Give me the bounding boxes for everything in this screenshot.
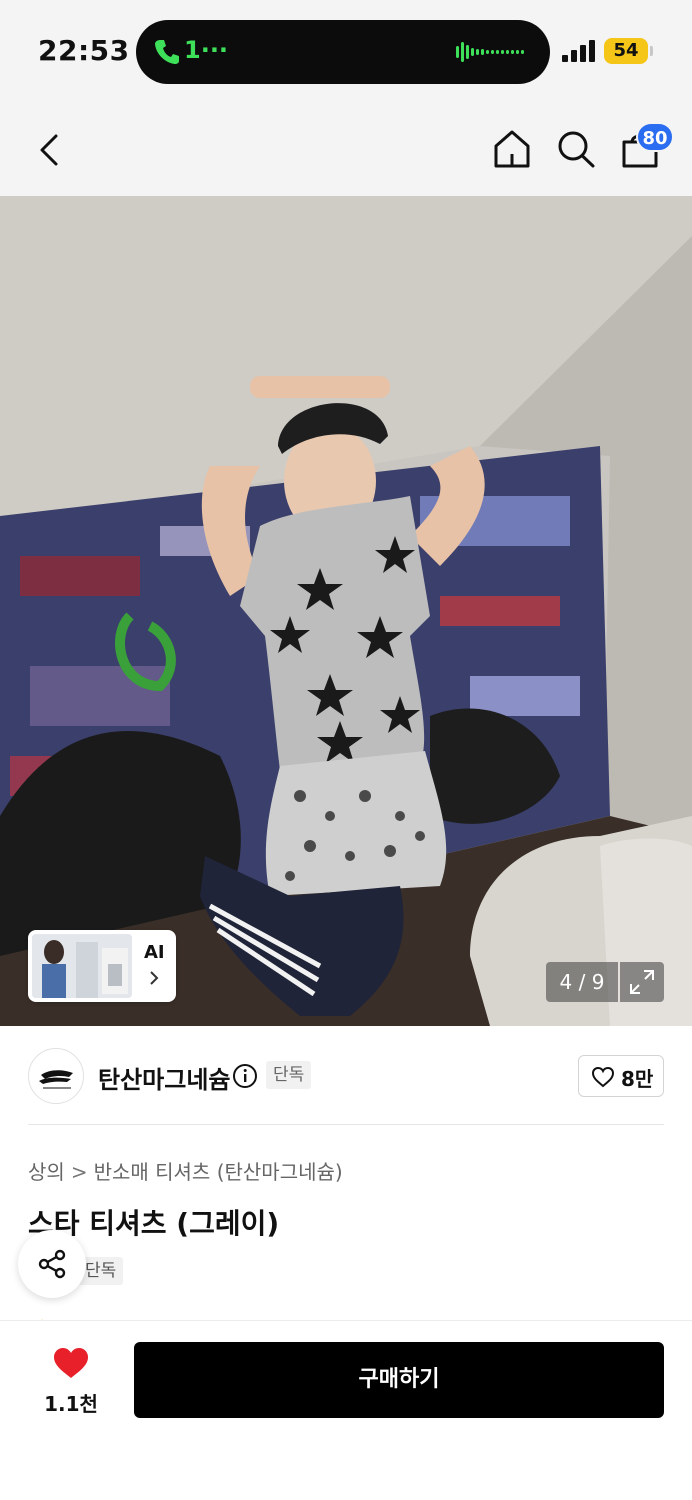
breadcrumb: 상의 > 반소매 티셔츠 (탄산마그네슘): [28, 1156, 343, 1185]
signal-icon: [562, 40, 595, 62]
phone-call-icon: [155, 40, 179, 64]
share-icon: [38, 1249, 66, 1279]
image-counter: 4 / 9: [546, 962, 618, 1002]
battery-indicator: 54: [604, 38, 648, 64]
brand-like-button[interactable]: 8만: [578, 1055, 664, 1097]
share-button[interactable]: [18, 1230, 86, 1298]
brand-name[interactable]: 탄산마그네슘: [98, 1060, 230, 1095]
heart-filled-icon: [54, 1348, 88, 1378]
battery-tip: [650, 46, 653, 56]
ai-thumbnail-image: [32, 934, 132, 998]
wishlist-button[interactable]: 1.1천: [38, 1342, 104, 1422]
expand-button[interactable]: [620, 962, 664, 1002]
brand-logo-mark: [39, 1070, 73, 1089]
brand-like-count: 8만: [621, 1067, 654, 1091]
ai-label: AI: [144, 942, 165, 963]
status-bar: 22:53 1··· 54: [0, 0, 692, 104]
breadcrumb-subcategory[interactable]: 반소매 티셔츠 (탄산마그네슘): [94, 1160, 343, 1184]
cart-badge[interactable]: 80: [636, 122, 674, 152]
call-duration: 1···: [184, 36, 229, 64]
top-nav: [0, 104, 692, 196]
brand-logo[interactable]: [28, 1048, 84, 1104]
home-icon[interactable]: [490, 126, 534, 172]
wishlist-count: 1.1천: [44, 1392, 98, 1416]
product-image[interactable]: [0, 196, 692, 1026]
buy-button[interactable]: 구매하기: [134, 1342, 664, 1418]
search-icon[interactable]: [554, 126, 598, 172]
heart-outline-icon: [591, 1066, 615, 1088]
status-time: 22:53: [38, 34, 130, 67]
breadcrumb-category[interactable]: 상의: [28, 1160, 65, 1184]
ai-similar-button[interactable]: AI: [28, 930, 176, 1002]
expand-icon: [630, 970, 654, 994]
chevron-left-icon[interactable]: [30, 128, 70, 172]
dynamic-island[interactable]: 1···: [136, 20, 550, 84]
section-divider: [28, 1124, 664, 1125]
exclusive-badge: 단독: [266, 1061, 312, 1089]
audio-wave-icon: [456, 42, 524, 62]
info-icon[interactable]: [232, 1063, 258, 1089]
product-photo-illustration: [0, 196, 692, 1026]
breadcrumb-separator: >: [70, 1160, 88, 1184]
chevron-right-icon: [150, 971, 159, 985]
